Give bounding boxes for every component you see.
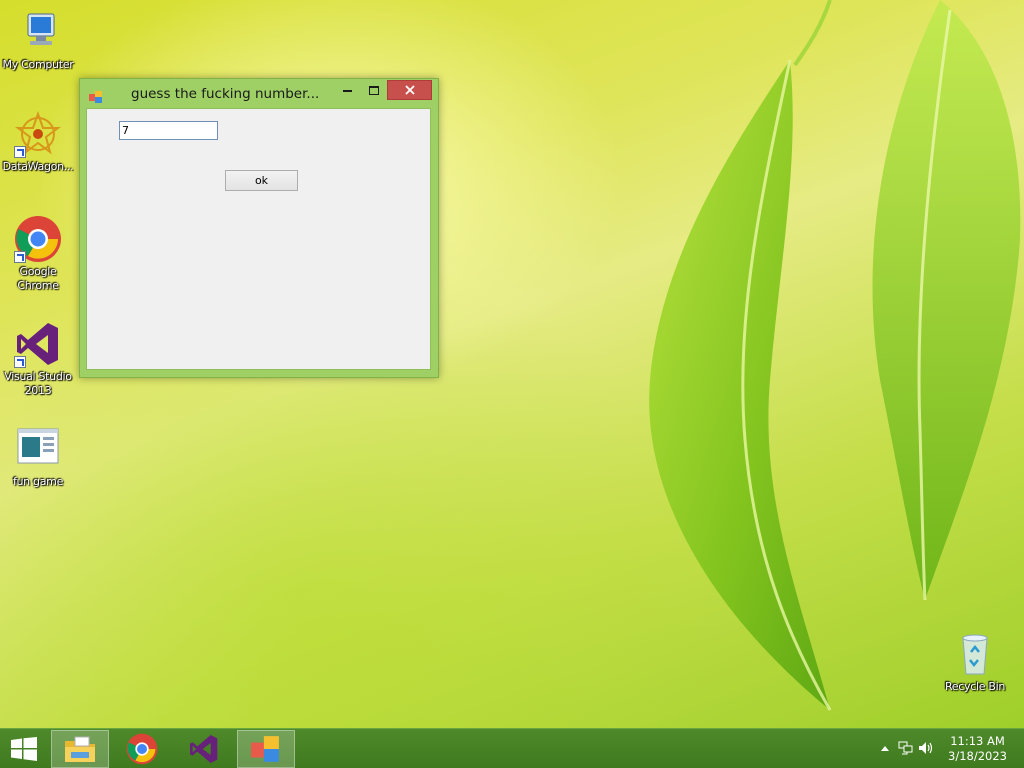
window-titlebar[interactable]: guess the fucking number... <box>80 79 438 108</box>
recycle-bin-icon <box>951 630 999 678</box>
chrome-icon <box>14 215 62 263</box>
application-icon <box>14 425 62 473</box>
desktop-icon-label: fun game <box>12 475 64 488</box>
show-hidden-icons-button[interactable] <box>877 740 893 756</box>
taskbar-visual-studio[interactable] <box>175 730 233 768</box>
app-form-icon <box>251 736 279 762</box>
datawagon-icon <box>14 110 62 158</box>
desktop-icon-label: Google Chrome <box>17 265 59 292</box>
shortcut-arrow-icon <box>14 146 26 158</box>
close-button[interactable] <box>387 80 432 100</box>
desktop-icon-label: DataWagon... <box>2 160 74 173</box>
desktop-icon-fun-game[interactable]: fun game <box>0 425 76 489</box>
speaker-icon <box>919 742 933 754</box>
desktop-icon-google-chrome[interactable]: Google Chrome <box>0 215 76 293</box>
app-form-icon <box>89 88 103 103</box>
network-button[interactable] <box>898 740 914 756</box>
app-window[interactable]: guess the fucking number... ok <box>79 78 439 378</box>
taskbar-chrome[interactable] <box>113 730 171 768</box>
chrome-icon <box>126 733 158 765</box>
system-tray: 11:13 AM 3/18/2023 <box>864 729 1024 768</box>
taskbar-file-explorer[interactable] <box>51 730 109 768</box>
volume-button[interactable] <box>918 740 934 756</box>
shortcut-arrow-icon <box>14 251 26 263</box>
visual-studio-icon <box>190 735 218 763</box>
guess-input[interactable] <box>119 121 218 140</box>
shortcut-arrow-icon <box>14 356 26 368</box>
desktop[interactable]: My Computer DataWagon... Google Chrome V… <box>0 0 1024 728</box>
minimize-button[interactable] <box>334 80 360 100</box>
desktop-icon-label: Visual Studio 2013 <box>4 370 72 397</box>
desktop-icon-my-computer[interactable]: My Computer <box>0 8 76 72</box>
clock-date: 3/18/2023 <box>948 749 1007 763</box>
taskbar-guess-app[interactable] <box>237 730 295 768</box>
visual-studio-icon <box>14 320 62 368</box>
clock-time: 11:13 AM <box>950 734 1005 748</box>
desktop-icon-datawagon[interactable]: DataWagon... <box>0 110 76 174</box>
desktop-icon-label: My Computer <box>2 58 74 71</box>
window-client-area: ok <box>86 108 431 370</box>
window-title: guess the fucking number... <box>131 86 320 102</box>
computer-icon <box>14 8 62 56</box>
desktop-icon-visual-studio[interactable]: Visual Studio 2013 <box>0 320 76 398</box>
maximize-button[interactable] <box>361 80 387 100</box>
desktop-icon-label: Recycle Bin <box>944 680 1006 693</box>
chevron-up-icon <box>881 746 889 751</box>
network-icon <box>898 741 913 755</box>
ok-button[interactable]: ok <box>225 170 298 191</box>
clock[interactable]: 11:13 AM 3/18/2023 <box>948 734 1007 764</box>
file-explorer-icon <box>65 736 95 762</box>
taskbar: 11:13 AM 3/18/2023 <box>0 728 1024 768</box>
windows-logo-icon <box>11 737 37 761</box>
close-icon <box>404 85 415 95</box>
maximize-icon <box>369 85 379 95</box>
desktop-icon-recycle-bin[interactable]: Recycle Bin <box>937 630 1013 694</box>
start-button[interactable] <box>0 730 48 768</box>
minimize-icon <box>342 90 352 92</box>
